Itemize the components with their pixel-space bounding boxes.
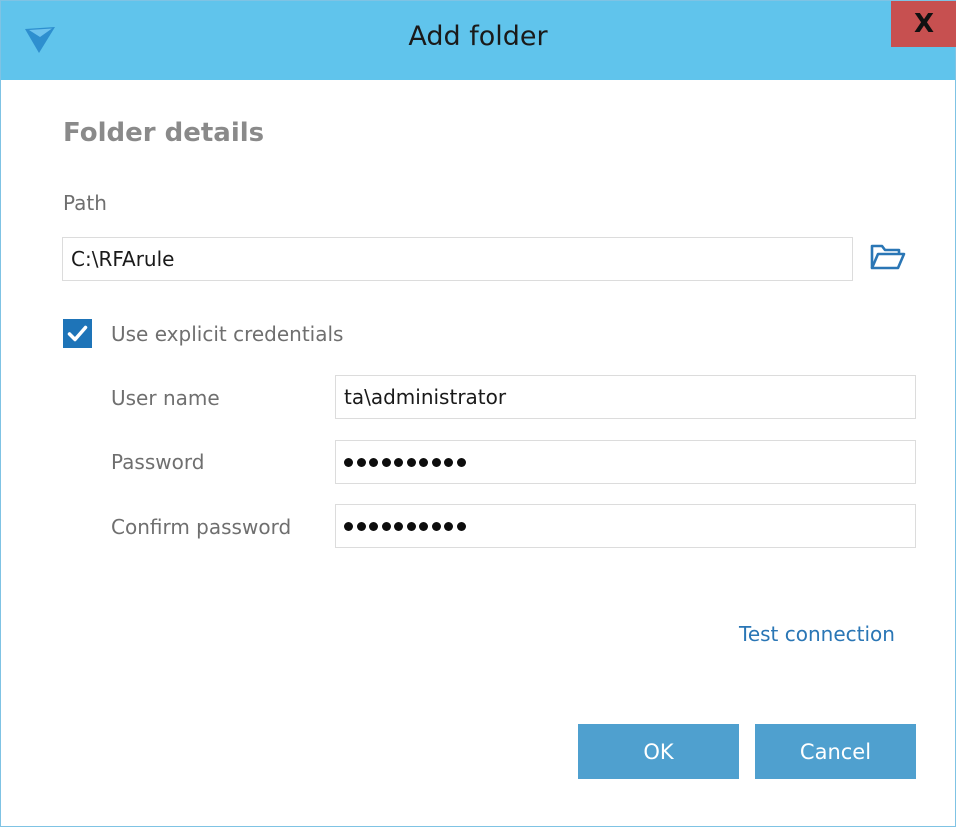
confirm-password-input[interactable] xyxy=(335,504,916,548)
password-input[interactable] xyxy=(335,440,916,484)
password-dot xyxy=(419,521,428,531)
password-dot xyxy=(394,457,403,467)
password-dot xyxy=(419,457,428,467)
checkmark-icon xyxy=(67,325,88,342)
password-dot xyxy=(369,521,378,531)
password-dot xyxy=(431,521,441,531)
path-input[interactable] xyxy=(62,237,853,281)
password-dot xyxy=(369,457,378,467)
close-button[interactable]: X xyxy=(891,1,956,47)
use-credentials-label[interactable]: Use explicit credentials xyxy=(111,322,343,346)
password-dot xyxy=(394,521,403,531)
password-dot xyxy=(456,521,466,531)
username-label: User name xyxy=(111,386,220,410)
dialog-title: Add folder xyxy=(408,21,548,52)
password-dot xyxy=(406,457,416,467)
password-mask xyxy=(344,457,466,467)
use-credentials-checkbox[interactable] xyxy=(63,319,92,348)
cancel-button[interactable]: Cancel xyxy=(755,724,916,779)
password-dot xyxy=(381,521,391,531)
add-folder-dialog: Add folder X Folder details Path Use exp… xyxy=(0,0,956,827)
confirm-password-label: Confirm password xyxy=(111,515,292,539)
path-label: Path xyxy=(63,191,107,215)
test-connection-link[interactable]: Test connection xyxy=(739,622,895,646)
password-dot xyxy=(444,457,453,467)
ok-button[interactable]: OK xyxy=(578,724,739,779)
section-title: Folder details xyxy=(63,118,265,148)
username-input[interactable] xyxy=(335,375,916,419)
password-dot xyxy=(381,457,391,467)
password-dot xyxy=(356,521,366,531)
password-dot xyxy=(344,457,353,467)
password-dot xyxy=(344,521,353,531)
password-dot xyxy=(406,521,416,531)
password-label: Password xyxy=(111,450,205,474)
close-label: X xyxy=(913,9,935,39)
password-dot xyxy=(456,457,466,467)
folder-open-icon[interactable] xyxy=(870,242,906,272)
title-bar[interactable]: Add folder xyxy=(1,1,955,80)
password-dot xyxy=(444,521,453,531)
password-dot xyxy=(431,457,441,467)
confirm-password-mask xyxy=(344,521,466,531)
password-dot xyxy=(356,457,366,467)
